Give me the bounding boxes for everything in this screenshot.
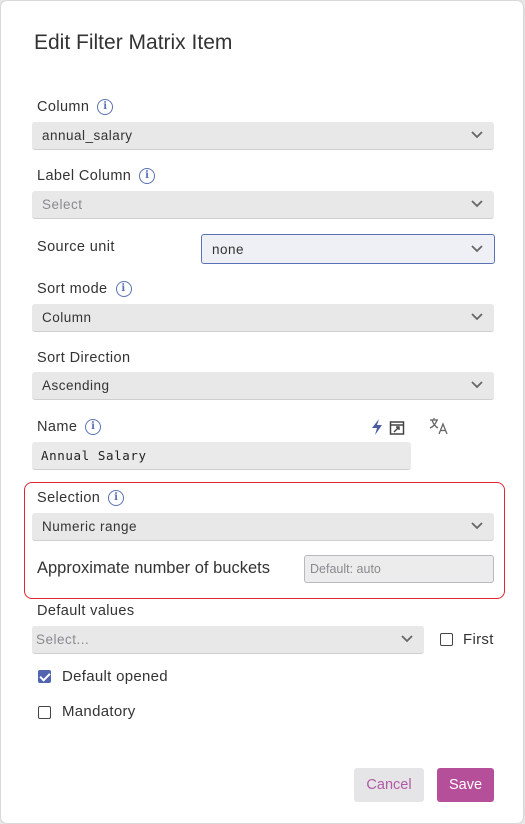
selection-select-value: Numeric range bbox=[42, 519, 138, 534]
chevron-down-icon bbox=[471, 381, 483, 389]
selection-label-row: Selection i bbox=[37, 490, 125, 506]
edit-filter-matrix-item-dialog: Edit Filter Matrix Item Column i annual_… bbox=[1, 1, 523, 823]
chevron-down-icon bbox=[471, 522, 483, 530]
sort-mode-select[interactable]: Column bbox=[32, 304, 494, 332]
chevron-down-icon bbox=[471, 313, 483, 321]
label-column-info-icon[interactable]: i bbox=[139, 168, 156, 184]
chevron-down-icon bbox=[471, 131, 483, 139]
expression-editor-icon[interactable] bbox=[389, 419, 406, 436]
column-select[interactable]: annual_salary bbox=[32, 122, 494, 150]
name-info-icon[interactable]: i bbox=[85, 419, 102, 435]
chevron-down-icon bbox=[401, 635, 413, 643]
source-unit-select[interactable]: none bbox=[201, 234, 495, 264]
translate-icon[interactable] bbox=[429, 417, 449, 435]
cancel-button[interactable]: Cancel bbox=[354, 768, 424, 802]
sort-direction-select[interactable]: Ascending bbox=[32, 372, 494, 400]
mandatory-checkbox[interactable] bbox=[38, 706, 51, 719]
name-input[interactable]: Annual Salary bbox=[32, 442, 411, 470]
column-info-icon[interactable]: i bbox=[97, 99, 114, 115]
first-checkbox[interactable] bbox=[440, 633, 453, 646]
save-button[interactable]: Save bbox=[437, 768, 494, 802]
source-unit-label-text: Source unit bbox=[37, 239, 115, 255]
name-label: Name bbox=[37, 419, 78, 435]
chevron-down-icon bbox=[471, 245, 483, 253]
default-opened-label: Default opened bbox=[62, 668, 168, 685]
column-label: Column bbox=[37, 99, 90, 115]
default-values-select[interactable]: Select... bbox=[32, 626, 424, 654]
source-unit-label: Source unit bbox=[37, 239, 115, 255]
default-values-label-text: Default values bbox=[37, 603, 135, 619]
label-column-select-placeholder: Select bbox=[42, 197, 83, 212]
default-values-placeholder: Select... bbox=[36, 632, 90, 647]
sort-direction-select-value: Ascending bbox=[42, 378, 110, 393]
sort-mode-label: Sort mode bbox=[37, 281, 108, 297]
first-label: First bbox=[463, 631, 494, 648]
name-label-row: Name i bbox=[37, 419, 102, 435]
column-label-row: Column i bbox=[37, 99, 114, 115]
label-column-label-row: Label Column i bbox=[37, 168, 156, 184]
default-opened-checkbox[interactable] bbox=[38, 670, 51, 683]
label-column-select[interactable]: Select bbox=[32, 191, 494, 219]
mandatory-label: Mandatory bbox=[62, 703, 136, 720]
label-column-label: Label Column bbox=[37, 168, 132, 184]
dialog-title: Edit Filter Matrix Item bbox=[34, 31, 233, 54]
default-values-label: Default values bbox=[37, 603, 135, 619]
buckets-label: Approximate number of buckets bbox=[37, 559, 270, 577]
sort-mode-info-icon[interactable]: i bbox=[115, 281, 132, 297]
source-unit-select-value: none bbox=[212, 241, 245, 257]
lightning-icon[interactable] bbox=[370, 418, 384, 436]
sort-mode-label-row: Sort mode i bbox=[37, 281, 132, 297]
selection-select[interactable]: Numeric range bbox=[32, 513, 494, 541]
buckets-input[interactable]: Default: auto bbox=[304, 555, 494, 583]
chevron-down-icon bbox=[471, 200, 483, 208]
selection-label: Selection bbox=[37, 490, 101, 506]
selection-info-icon[interactable]: i bbox=[108, 490, 125, 506]
name-input-value: Annual Salary bbox=[41, 448, 147, 463]
buckets-input-placeholder: Default: auto bbox=[310, 562, 381, 576]
column-select-value: annual_salary bbox=[42, 128, 133, 143]
sort-mode-select-value: Column bbox=[42, 310, 92, 325]
sort-direction-label-text: Sort Direction bbox=[37, 350, 131, 366]
sort-direction-label: Sort Direction bbox=[37, 350, 130, 366]
